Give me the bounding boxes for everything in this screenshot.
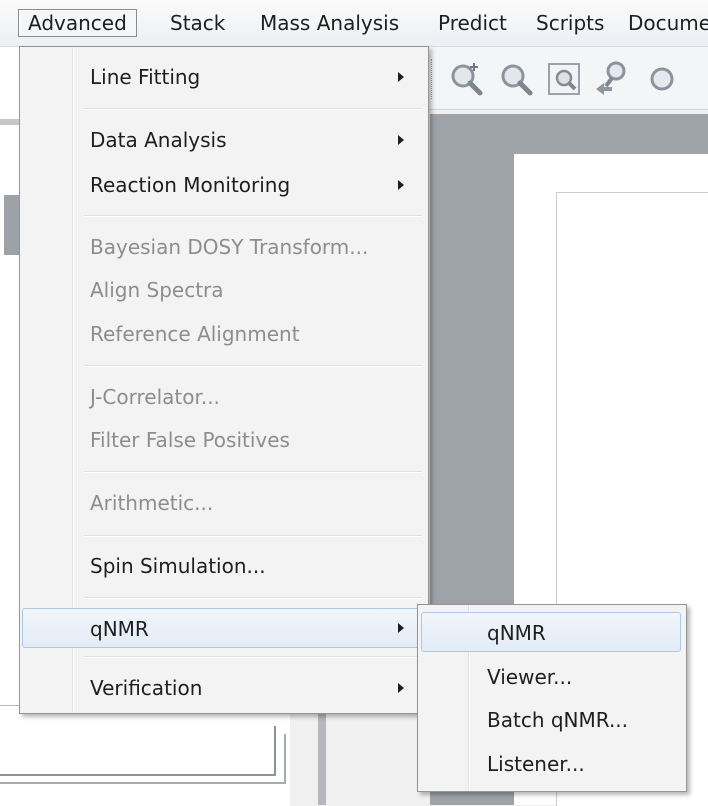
menu-scripts[interactable]: Scripts xyxy=(527,10,613,36)
menu-separator xyxy=(84,365,422,367)
menu-item-label: Batch qNMR... xyxy=(487,708,629,732)
splitter[interactable] xyxy=(318,700,326,805)
menu-item-data-analysis[interactable]: Data Analysis xyxy=(22,120,424,160)
menu-separator xyxy=(84,471,422,473)
zoom-in-icon[interactable] xyxy=(448,61,484,97)
menu-item-reference-alignment[interactable]: Reference Alignment xyxy=(22,314,424,354)
menu-separator xyxy=(84,108,422,110)
menu-item-label: Viewer... xyxy=(487,665,573,689)
menu-item-label: J-Correlator... xyxy=(90,385,220,409)
advanced-menu: Line Fitting Data Analysis Reaction Moni… xyxy=(19,46,429,714)
menu-separator xyxy=(84,656,422,658)
submenu-arrow-icon xyxy=(398,135,404,145)
menu-item-label: Spin Simulation... xyxy=(90,554,266,578)
menu-item-filter-false-positives[interactable]: Filter False Positives xyxy=(22,420,424,460)
zoom-fit-icon[interactable] xyxy=(546,61,582,97)
zoom-out-icon[interactable] xyxy=(498,61,534,97)
menu-item-label: Reference Alignment xyxy=(90,322,300,346)
menu-mass-analysis[interactable]: Mass Analysis xyxy=(251,10,408,36)
toolbar-separator xyxy=(431,59,433,99)
submenu-item-listener[interactable]: Listener... xyxy=(421,744,681,784)
menu-item-label: Verification xyxy=(90,676,203,700)
menu-item-label: Reaction Monitoring xyxy=(90,173,291,197)
menu-item-bayesian-dosy[interactable]: Bayesian DOSY Transform... xyxy=(22,227,424,267)
menu-item-label: Align Spectra xyxy=(90,278,224,302)
menu-predict[interactable]: Predict xyxy=(429,10,516,36)
menu-separator xyxy=(84,215,422,217)
menu-item-spin-simulation[interactable]: Spin Simulation... xyxy=(22,546,424,586)
menu-item-label: Data Analysis xyxy=(90,128,227,152)
submenu-item-batch-qnmr[interactable]: Batch qNMR... xyxy=(421,700,681,740)
tool-icon[interactable] xyxy=(644,61,680,97)
menu-item-align-spectra[interactable]: Align Spectra xyxy=(22,270,424,310)
submenu-arrow-icon xyxy=(398,623,404,633)
submenu-arrow-icon xyxy=(398,683,404,693)
menu-item-j-correlator[interactable]: J-Correlator... xyxy=(22,377,424,417)
menu-item-label: Filter False Positives xyxy=(90,428,290,452)
menu-item-reaction-monitoring[interactable]: Reaction Monitoring xyxy=(22,165,424,205)
panel-scrollbar[interactable] xyxy=(4,195,20,255)
submenu-item-qnmr[interactable]: qNMR xyxy=(421,612,681,652)
menu-item-label: Line Fitting xyxy=(90,65,201,89)
menu-item-label: qNMR xyxy=(487,621,546,645)
pointer-icon[interactable] xyxy=(594,61,630,97)
menu-item-qnmr[interactable]: qNMR xyxy=(22,608,424,648)
menu-bar: Advanced Stack Mass Analysis Predict Scr… xyxy=(0,0,708,47)
menu-documents[interactable]: Documents xyxy=(619,10,708,36)
menu-stack[interactable]: Stack xyxy=(161,10,234,36)
left-panel xyxy=(0,47,20,805)
menu-item-arithmetic[interactable]: Arithmetic... xyxy=(22,483,424,523)
panel-frame-outer xyxy=(0,734,286,784)
menu-item-verification[interactable]: Verification xyxy=(22,668,424,708)
menu-item-label: qNMR xyxy=(90,617,149,641)
lower-left-panel xyxy=(0,705,290,806)
qnmr-submenu: qNMR Viewer... Batch qNMR... Listener... xyxy=(417,604,687,792)
menu-item-label: Listener... xyxy=(487,752,585,776)
menu-separator xyxy=(84,535,422,537)
menu-item-label: Bayesian DOSY Transform... xyxy=(90,235,369,259)
submenu-arrow-icon xyxy=(398,72,404,82)
menu-separator xyxy=(84,597,422,599)
menu-item-line-fitting[interactable]: Line Fitting xyxy=(22,57,424,97)
panel-divider xyxy=(0,119,20,125)
submenu-item-viewer[interactable]: Viewer... xyxy=(421,657,681,697)
menu-advanced[interactable]: Advanced xyxy=(18,9,137,37)
submenu-arrow-icon xyxy=(398,180,404,190)
menu-item-label: Arithmetic... xyxy=(90,491,214,515)
toolbar xyxy=(422,47,708,110)
